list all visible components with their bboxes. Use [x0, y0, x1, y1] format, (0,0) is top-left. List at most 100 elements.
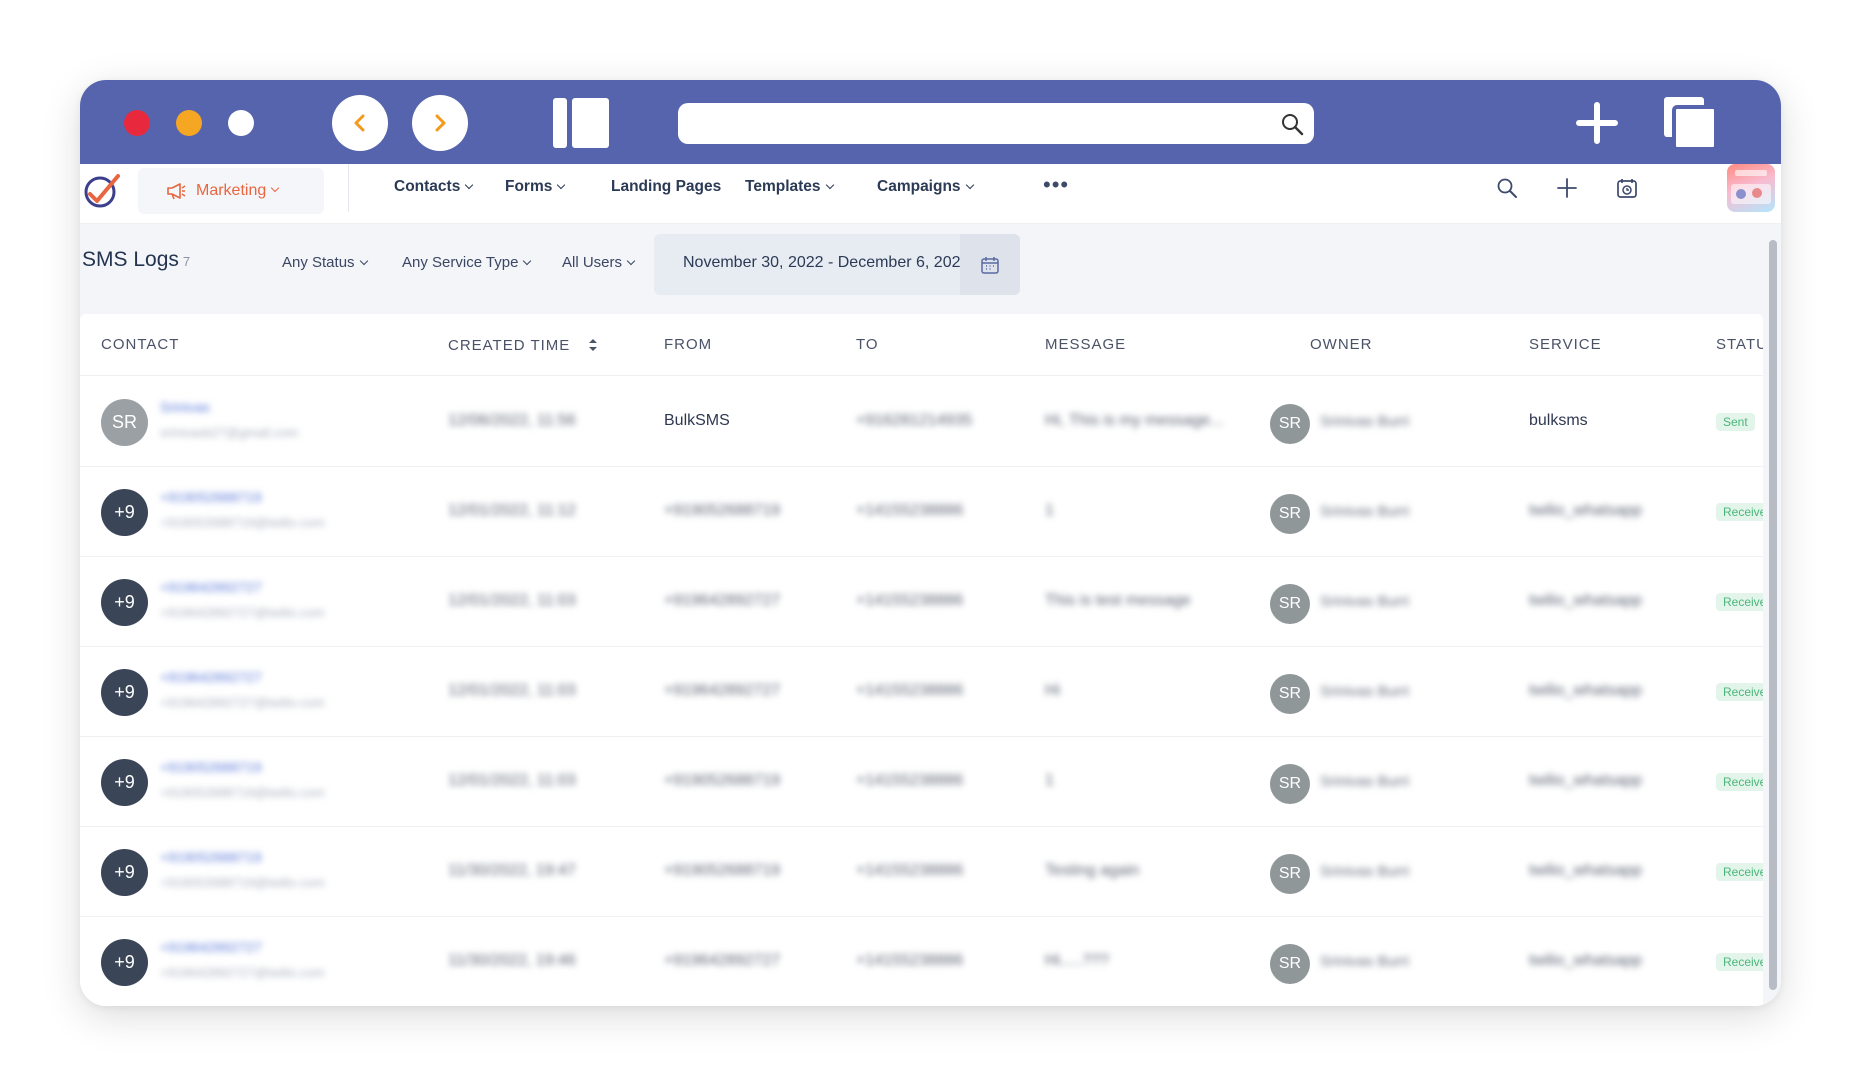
contact-avatar: +9	[101, 489, 148, 536]
quick-add-button[interactable]	[1554, 175, 1580, 201]
table-row[interactable]: +9 +919052688719 +919052688719@twilio.co…	[80, 827, 1763, 917]
app-logo[interactable]	[82, 170, 122, 210]
message-text: Hi, This is my message...	[1045, 412, 1224, 429]
owner-avatar: SR	[1270, 404, 1310, 444]
maximize-window-button[interactable]	[228, 110, 254, 136]
date-range-picker[interactable]: November 30, 2022 - December 6, 2022	[654, 234, 1020, 295]
owner-avatar: SR	[1270, 494, 1310, 534]
nav-campaigns[interactable]: Campaigns	[877, 178, 974, 196]
calendar-activity-button[interactable]	[1614, 175, 1640, 201]
col-created-time-label: CREATED TIME	[448, 337, 571, 354]
close-window-button[interactable]	[124, 110, 150, 136]
tab-overview-button[interactable]	[1662, 95, 1718, 151]
chevron-down-icon	[965, 180, 974, 190]
service-value: bulksms	[1529, 412, 1588, 429]
table-row[interactable]: +9 +919642892727 +919642892727@twilio.co…	[80, 647, 1763, 737]
created-time: 11/30/2022, 19:47	[448, 862, 576, 879]
sidebar-icon	[553, 98, 609, 148]
chevron-down-icon	[626, 256, 636, 266]
contact-avatar: +9	[101, 939, 148, 986]
users-filter[interactable]: All Users	[562, 254, 636, 271]
contact-name-link[interactable]: Srinivas	[160, 399, 210, 415]
contact-avatar: +9	[101, 669, 148, 716]
contact-email: +919642892727@twilio.com	[160, 695, 325, 710]
more-menu-button[interactable]: •••	[1043, 172, 1069, 198]
contact-email: srinivasb27@gmail.com	[160, 425, 299, 440]
owner-avatar: SR	[1270, 944, 1310, 984]
to-value: +14155238886	[856, 772, 964, 789]
nav-landing-pages-label: Landing Pages	[611, 178, 722, 195]
nav-landing-pages[interactable]: Landing Pages	[611, 178, 721, 196]
forward-button[interactable]	[412, 95, 468, 151]
contact-name-link[interactable]: +919052688719	[160, 849, 262, 865]
new-tab-button[interactable]	[1576, 102, 1618, 144]
from-value: BulkSMS	[664, 412, 730, 429]
message-text: This is test message	[1045, 592, 1191, 609]
contact-name-link[interactable]: +919642892727	[160, 669, 262, 685]
sidebar-toggle-button[interactable]	[553, 98, 609, 148]
nav-contacts[interactable]: Contacts	[394, 178, 474, 196]
back-button[interactable]	[332, 95, 388, 151]
calendar-icon	[981, 256, 999, 274]
from-value: +919052688719	[664, 502, 781, 519]
module-switcher[interactable]: Marketing	[138, 168, 324, 214]
chevron-right-icon	[435, 114, 446, 132]
col-contact[interactable]: CONTACT	[101, 336, 179, 353]
table-row[interactable]: SR Srinivas srinivasb27@gmail.com 12/06/…	[80, 377, 1763, 467]
user-avatar[interactable]	[1727, 164, 1775, 212]
col-from[interactable]: FROM	[664, 336, 712, 353]
contact-name-link[interactable]: +919052688719	[160, 489, 262, 505]
chevron-down-icon	[465, 180, 474, 190]
nav-templates[interactable]: Templates	[745, 178, 834, 196]
table-row[interactable]: +9 +919642892727 +919642892727@twilio.co…	[80, 557, 1763, 647]
owner-name: Srinivas Burri	[1320, 503, 1410, 520]
status-badge: Received	[1716, 863, 1763, 881]
page-title-text: SMS Logs	[82, 248, 179, 271]
table-row[interactable]: +9 +919052688719 +919052688719@twilio.co…	[80, 467, 1763, 557]
owner-name: Srinivas Burri	[1320, 773, 1410, 790]
from-value: +919642892727	[664, 952, 781, 969]
col-message[interactable]: MESSAGE	[1045, 336, 1126, 353]
contact-name-link[interactable]: +919642892727	[160, 579, 262, 595]
megaphone-icon	[166, 182, 186, 200]
status-filter[interactable]: Any Status	[282, 254, 368, 271]
filter-bar: SMS Logs 7 Any Status Any Service Type Al…	[80, 224, 1781, 310]
chevron-down-icon	[359, 256, 368, 266]
plus-icon	[1576, 102, 1618, 144]
contact-avatar: SR	[101, 399, 148, 446]
chevron-down-icon	[523, 256, 532, 266]
table-row[interactable]: +9 +919642892727 +919642892727@twilio.co…	[80, 917, 1763, 1006]
contact-email: +919642892727@twilio.com	[160, 965, 325, 980]
minimize-window-button[interactable]	[176, 110, 202, 136]
chevron-down-icon	[557, 180, 566, 190]
col-service[interactable]: SERVICE	[1529, 336, 1602, 353]
contact-name-link[interactable]: +919052688719	[160, 759, 262, 775]
message-text: Testing again	[1045, 862, 1140, 879]
nav-contacts-label: Contacts	[394, 178, 461, 195]
address-bar[interactable]	[678, 103, 1314, 144]
service-type-filter[interactable]: Any Service Type	[402, 254, 532, 271]
calendar-button[interactable]	[960, 234, 1020, 295]
col-owner[interactable]: OWNER	[1310, 336, 1373, 353]
status-badge: Received	[1716, 503, 1763, 521]
contact-avatar: +9	[101, 849, 148, 896]
nav-templates-label: Templates	[745, 178, 821, 195]
sms-logs-table: CONTACT CREATED TIME FROM TO MESSAGE OWN…	[80, 314, 1763, 1006]
calendar-clock-icon	[1617, 179, 1637, 198]
search-icon	[1497, 178, 1517, 198]
created-time: 12/01/2022, 11:03	[448, 592, 576, 609]
global-search-button[interactable]	[1494, 175, 1520, 201]
table-row[interactable]: +9 +919052688719 +919052688719@twilio.co…	[80, 737, 1763, 827]
col-created-time[interactable]: CREATED TIME	[448, 336, 598, 354]
service-value: twilio_whatsapp	[1529, 862, 1642, 879]
contact-email: +919052688719@twilio.com	[160, 515, 325, 530]
nav-forms[interactable]: Forms	[505, 178, 566, 196]
col-status[interactable]: STATUS	[1716, 336, 1763, 353]
col-to[interactable]: TO	[856, 336, 879, 353]
chevron-down-icon	[271, 183, 280, 193]
page-scrollbar[interactable]	[1769, 240, 1777, 990]
nav-divider	[348, 164, 349, 212]
created-time: 12/01/2022, 11:03	[448, 682, 576, 699]
contact-name-link[interactable]: +919642892727	[160, 939, 262, 955]
chevron-left-icon	[354, 114, 365, 132]
